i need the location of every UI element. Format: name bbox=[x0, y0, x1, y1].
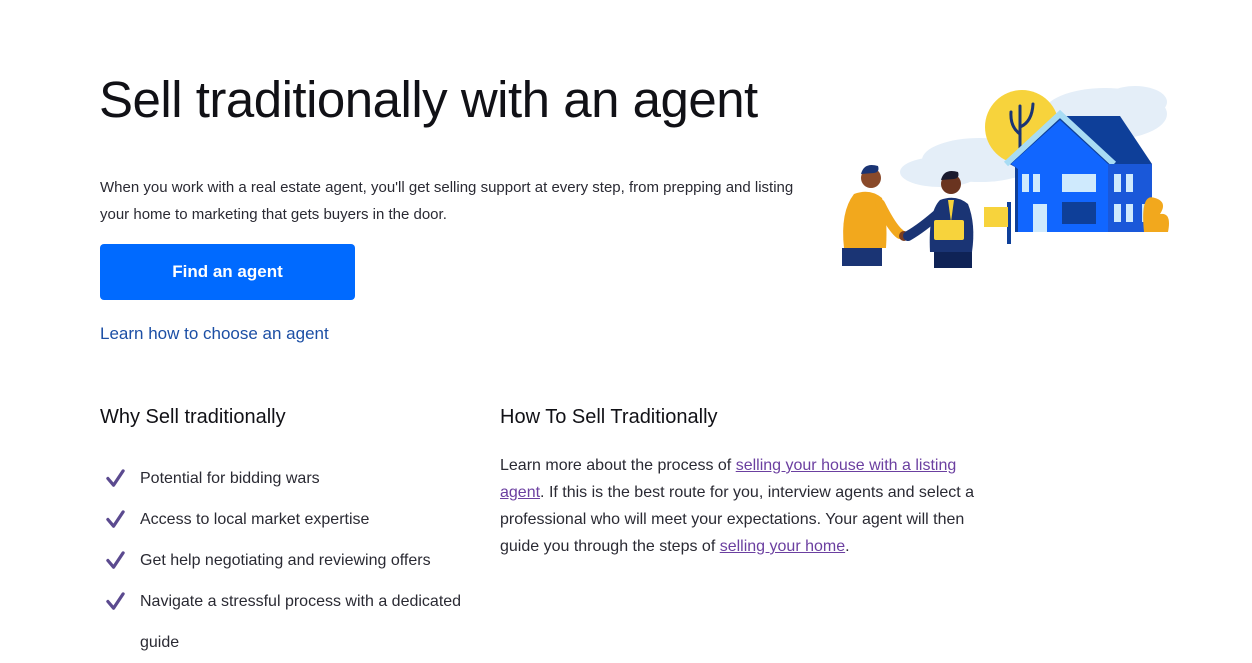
how-text-part: Learn more about the process of bbox=[500, 457, 736, 474]
benefit-text: Get help negotiating and reviewing offer… bbox=[140, 552, 431, 569]
benefits-list: Potential for bidding wars Access to loc… bbox=[100, 458, 490, 663]
benefit-text: Potential for bidding wars bbox=[140, 470, 320, 487]
learn-choose-agent-link[interactable]: Learn how to choose an agent bbox=[100, 324, 329, 344]
find-agent-button[interactable]: Find an agent bbox=[100, 244, 355, 300]
how-to-sell-paragraph: Learn more about the process of selling … bbox=[500, 452, 990, 560]
list-item: Navigate a stressful process with a dedi… bbox=[100, 581, 490, 663]
check-icon bbox=[106, 510, 125, 528]
sale-sign-shape bbox=[984, 202, 1011, 244]
check-icon bbox=[106, 551, 125, 569]
hero-description: When you work with a real estate agent, … bbox=[100, 179, 794, 223]
agent-handshake-house-illustration bbox=[842, 86, 1169, 268]
check-icon bbox=[106, 469, 125, 487]
bush-shape bbox=[1143, 197, 1169, 232]
selling-your-home-link[interactable]: selling your home bbox=[720, 538, 845, 555]
list-item: Potential for bidding wars bbox=[100, 458, 490, 499]
how-text-part: . bbox=[845, 538, 850, 555]
why-sell-section: Why Sell traditionally Potential for bid… bbox=[100, 406, 490, 651]
list-item: Get help negotiating and reviewing offer… bbox=[100, 540, 490, 581]
benefit-text: Navigate a stressful process with a dedi… bbox=[140, 593, 462, 651]
buyer-figure bbox=[842, 165, 905, 266]
how-to-sell-section: How To Sell Traditionally Learn more abo… bbox=[500, 406, 990, 555]
how-to-sell-heading: How To Sell Traditionally bbox=[500, 406, 718, 428]
benefit-text: Access to local market expertise bbox=[140, 511, 370, 528]
page-title: Sell traditionally with an agent bbox=[99, 71, 758, 128]
list-item: Access to local market expertise bbox=[100, 499, 490, 540]
why-sell-heading: Why Sell traditionally bbox=[100, 406, 286, 428]
check-icon bbox=[106, 592, 125, 610]
